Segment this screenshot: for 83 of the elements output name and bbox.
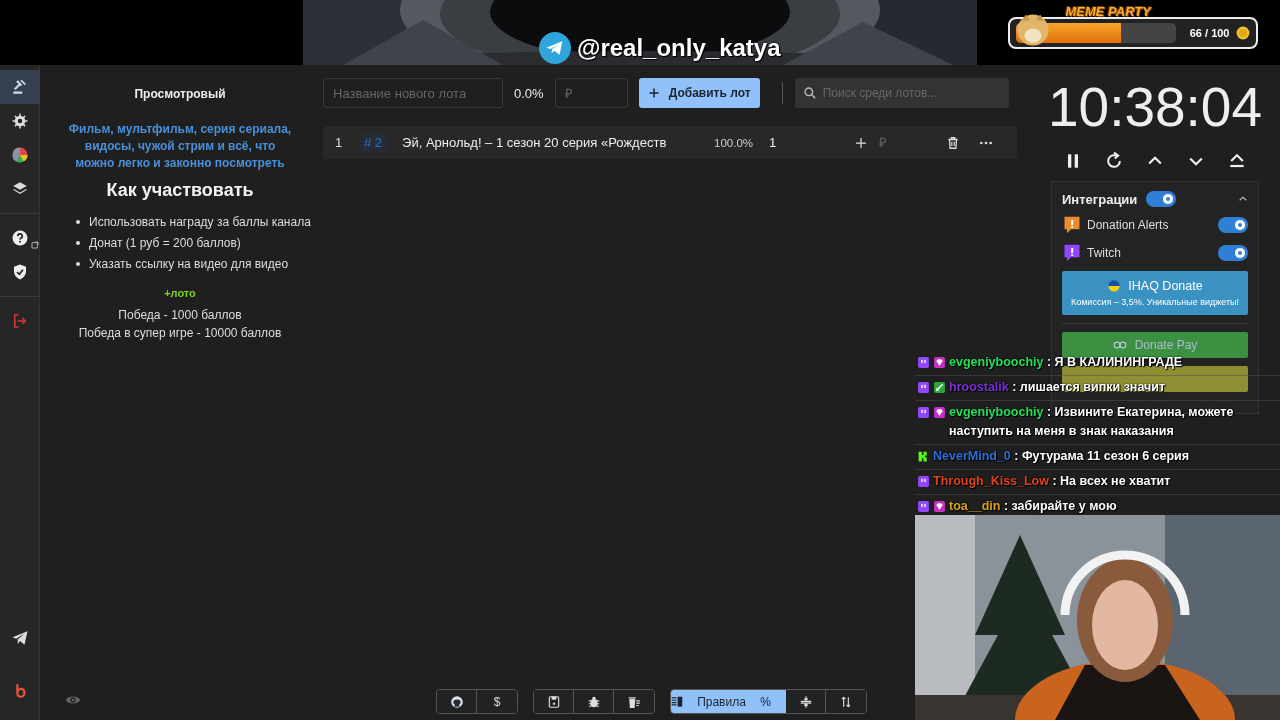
chat-message: Through_Kiss_Low : На всех не хватит: [933, 473, 1171, 490]
bug-icon: [586, 694, 601, 709]
gem-badge-icon: [933, 356, 946, 369]
toolbar-button[interactable]: Правила: [671, 690, 746, 713]
chat-message: NeverMind_0 : Футурама 11 сезон 6 серия: [933, 448, 1190, 465]
trash-list-icon: [627, 694, 641, 709]
toolbar-button[interactable]: [786, 690, 826, 713]
lot-percent: 100.0%: [714, 136, 754, 149]
gavel-icon: [11, 78, 29, 96]
toolbar-button[interactable]: [574, 690, 614, 713]
dog-avatar-icon: [1015, 12, 1050, 47]
lot-amount: 1: [769, 135, 778, 150]
bullet-icon: [76, 220, 80, 224]
badge-icon: [917, 475, 930, 488]
pie-chart-icon: [11, 146, 29, 164]
row-number: 1: [335, 135, 344, 150]
badge-icon: [917, 381, 930, 394]
timer-display: 10:38:04: [1047, 75, 1263, 139]
gear-icon: [11, 112, 29, 130]
prize-text: Победа в супер игре - 10000 баллов: [78, 326, 282, 340]
prize-text: Победа - 1000 баллов: [118, 308, 242, 322]
gem-badge-icon: [933, 406, 946, 419]
restart-icon: [1104, 151, 1124, 171]
badge-icon: [917, 500, 930, 513]
chat-message: toa__din : забирайте у мою: [949, 498, 1117, 515]
lot-amount-field[interactable]: ₽: [877, 134, 930, 151]
toolbar-button[interactable]: [614, 690, 654, 713]
service-logo-icon: [1062, 215, 1082, 235]
percent-text: 0.0%: [514, 85, 544, 101]
logout-icon: [11, 312, 29, 330]
plus-icon: [647, 87, 660, 99]
toolbar-button[interactable]: %: [746, 690, 786, 713]
external-link-icon: [31, 241, 39, 249]
trash-icon: [946, 135, 961, 150]
bullet-icon: [76, 241, 80, 245]
toggle-switch[interactable]: [1218, 217, 1248, 233]
list-item-text: Донат (1 руб = 200 баллов): [89, 236, 241, 250]
list-item-text: Указать ссылку на видео для видео: [89, 257, 289, 271]
rules-title: Просмотровый: [134, 87, 226, 101]
search-icon: [802, 86, 817, 100]
lot-name-field[interactable]: Название нового лота: [323, 78, 503, 108]
toggle-switch[interactable]: [1146, 191, 1177, 207]
meme-party-title: MEME PARTY: [1065, 3, 1151, 19]
sidebar-item[interactable]: [0, 70, 40, 104]
floppy-icon: [546, 694, 561, 709]
bonus-label: +лото: [164, 287, 196, 299]
progress-count: 66 / 100: [1189, 26, 1230, 39]
toggle-switch[interactable]: [1218, 245, 1248, 261]
lot-name: Эй, Арнольд! – 1 сезон 20 серия «Рождеств: [402, 135, 668, 150]
section-heading: Как участвовать: [106, 180, 254, 201]
toolbar-button[interactable]: [826, 690, 866, 713]
service-name: Donation Alerts: [1087, 218, 1169, 232]
coin-icon: [1235, 25, 1250, 40]
chat-message: hroostalik : лишается випки значит: [949, 379, 1166, 396]
compress-icon: [798, 694, 813, 709]
chat-message: evgeniyboochiy : Извините Екатерина, можете наступить на меня в знак наказания: [949, 404, 1235, 440]
lot-row[interactable]: 1 # 2 Эй, Арнольд! – 1 сезон 20 серия «Рождеств 100.0% 1 ₽: [323, 126, 1017, 159]
promo-title: IHAQ Donate: [1128, 279, 1203, 293]
list-item-text: Использовать награду за баллы канала: [89, 215, 311, 229]
service-logo-icon: [1062, 243, 1082, 263]
list-panel-icon: [671, 694, 685, 709]
toolbar-button[interactable]: [437, 690, 477, 713]
paper-plane-icon: [11, 629, 29, 647]
promo-subtitle: Комиссия – 3,5%. Уникальные виджеты!: [1070, 297, 1240, 307]
bullet-icon: [76, 262, 80, 266]
plus-icon: [855, 136, 868, 149]
help-icon: [11, 229, 29, 247]
add-lot-button[interactable]: Добавить лот: [638, 78, 760, 108]
sort-icon: [839, 694, 853, 709]
amount-field[interactable]: ₽: [554, 78, 628, 108]
shield-check-icon: [11, 263, 29, 281]
channel-handle: @real_only_katya: [577, 34, 781, 62]
panel-title: Интеграции: [1062, 191, 1138, 207]
gem-badge-icon: [933, 500, 946, 513]
service-name: Twitch: [1087, 246, 1121, 260]
toolbar-button[interactable]: $: [477, 690, 517, 713]
description-text: Фильм, мультфильм, серия сериала, видосы, чужой стрим и всё, что можно легко и законно посмотреть: [67, 121, 293, 172]
badge-icon: [917, 406, 930, 419]
toolbar-button[interactable]: [534, 690, 574, 713]
donate-logo-icon: [1107, 279, 1122, 293]
k-badge-icon: [917, 450, 930, 463]
badge-icon: [917, 356, 930, 369]
telegram-icon: [539, 32, 571, 64]
